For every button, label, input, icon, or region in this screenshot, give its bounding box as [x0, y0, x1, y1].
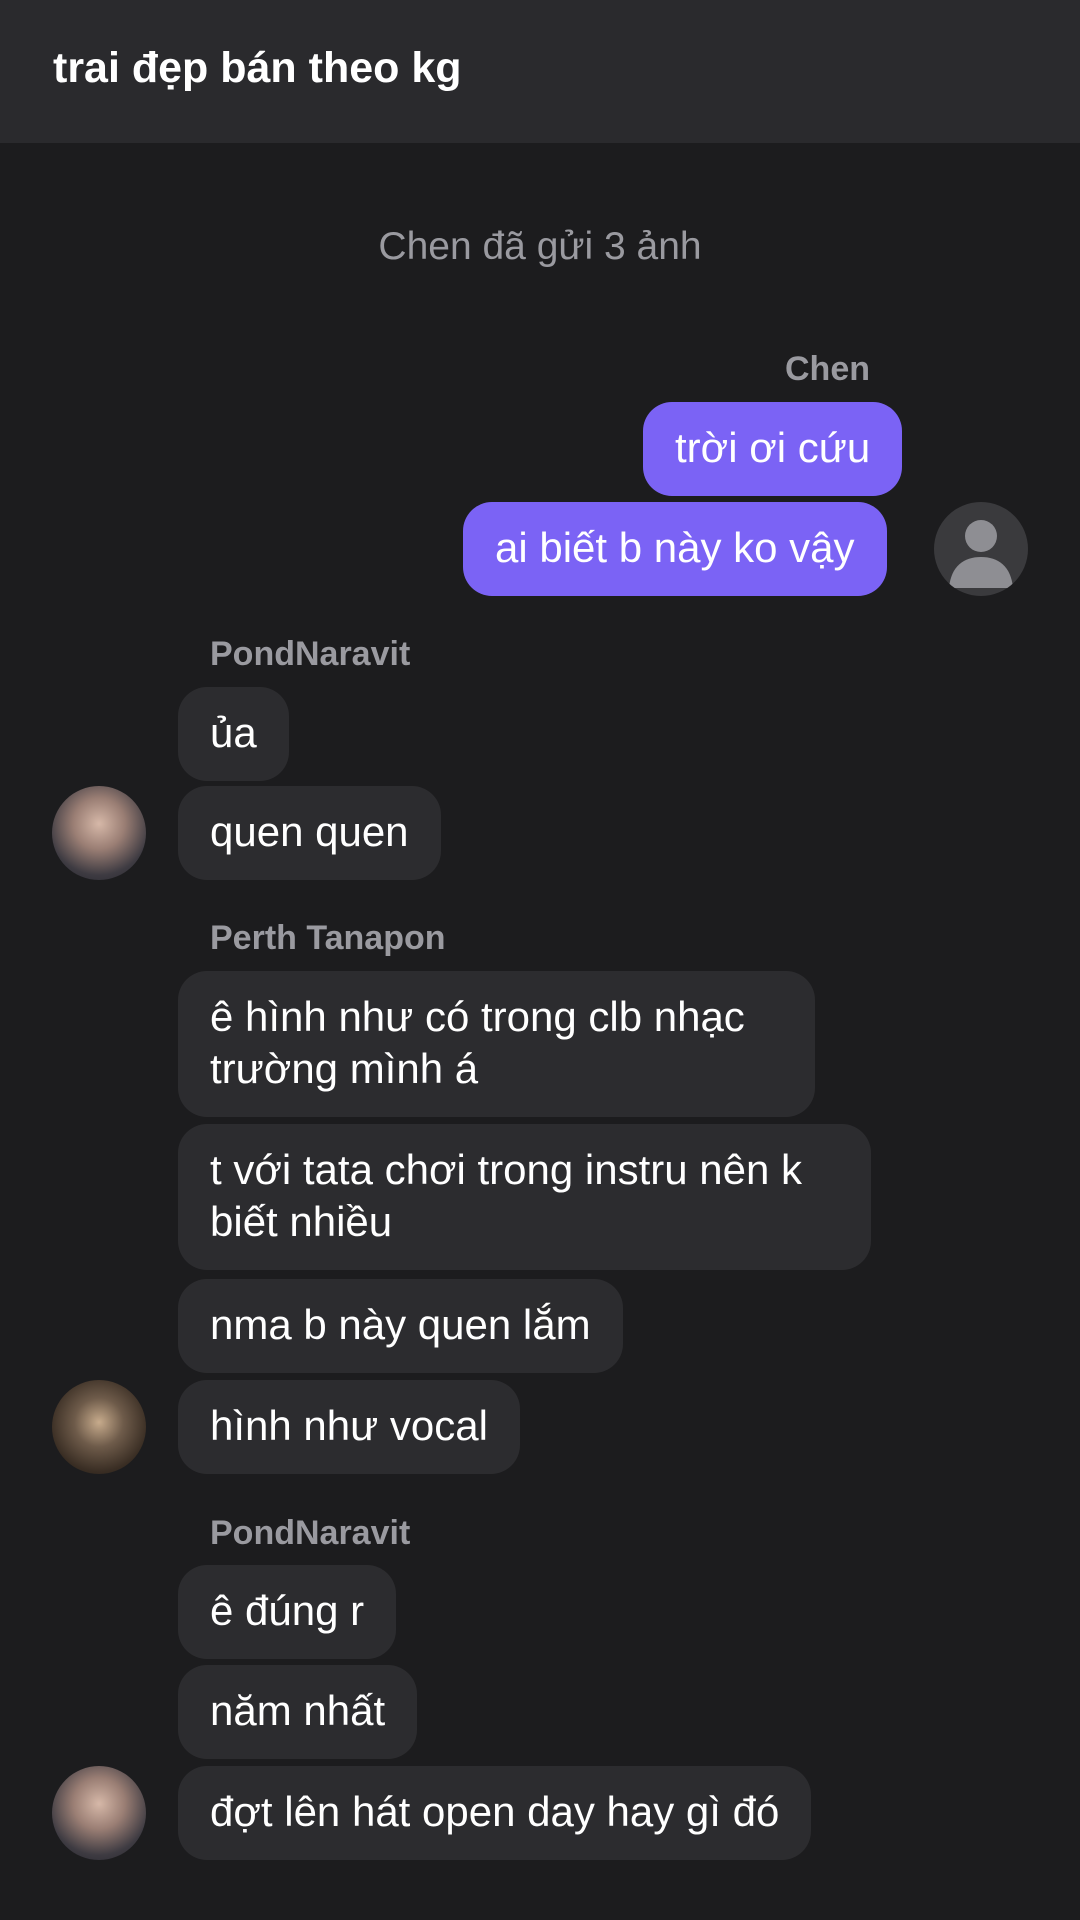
chat-header: trai đẹp bán theo kg: [0, 0, 1080, 143]
message-bubble-incoming[interactable]: đợt lên hát open day hay gì đó: [178, 1766, 812, 1860]
message-bubble-outgoing[interactable]: trời ơi cứu: [643, 402, 903, 496]
sender-name: PondNaravit: [210, 1514, 411, 1552]
avatar[interactable]: [52, 786, 146, 880]
message-bubble-outgoing[interactable]: ai biết b này ko vậy: [463, 502, 887, 596]
person-silhouette-icon: [949, 520, 1013, 588]
avatar[interactable]: [52, 1380, 146, 1474]
message-bubble-incoming[interactable]: ê hình như có trong clb nhạc trường mình…: [178, 971, 815, 1117]
avatar[interactable]: [52, 1766, 146, 1860]
system-note: Chen đã gửi 3 ảnh: [378, 225, 702, 268]
avatar[interactable]: [934, 502, 1028, 596]
message-bubble-incoming[interactable]: nma b này quen lắm: [178, 1279, 623, 1373]
chat-title[interactable]: trai đẹp bán theo kg: [53, 40, 462, 96]
message-bubble-incoming[interactable]: ê đúng r: [178, 1565, 397, 1659]
message-bubble-incoming[interactable]: ủa: [178, 687, 289, 781]
message-bubble-incoming[interactable]: hình như vocal: [178, 1380, 520, 1474]
sender-name: Perth Tanapon: [210, 919, 446, 957]
message-bubble-incoming[interactable]: t với tata chơi trong instru nên k biết …: [178, 1124, 871, 1270]
sender-name: Chen: [785, 350, 870, 388]
sender-name: PondNaravit: [210, 635, 411, 673]
message-bubble-incoming[interactable]: năm nhất: [178, 1665, 418, 1759]
message-bubble-incoming[interactable]: quen quen: [178, 786, 441, 880]
